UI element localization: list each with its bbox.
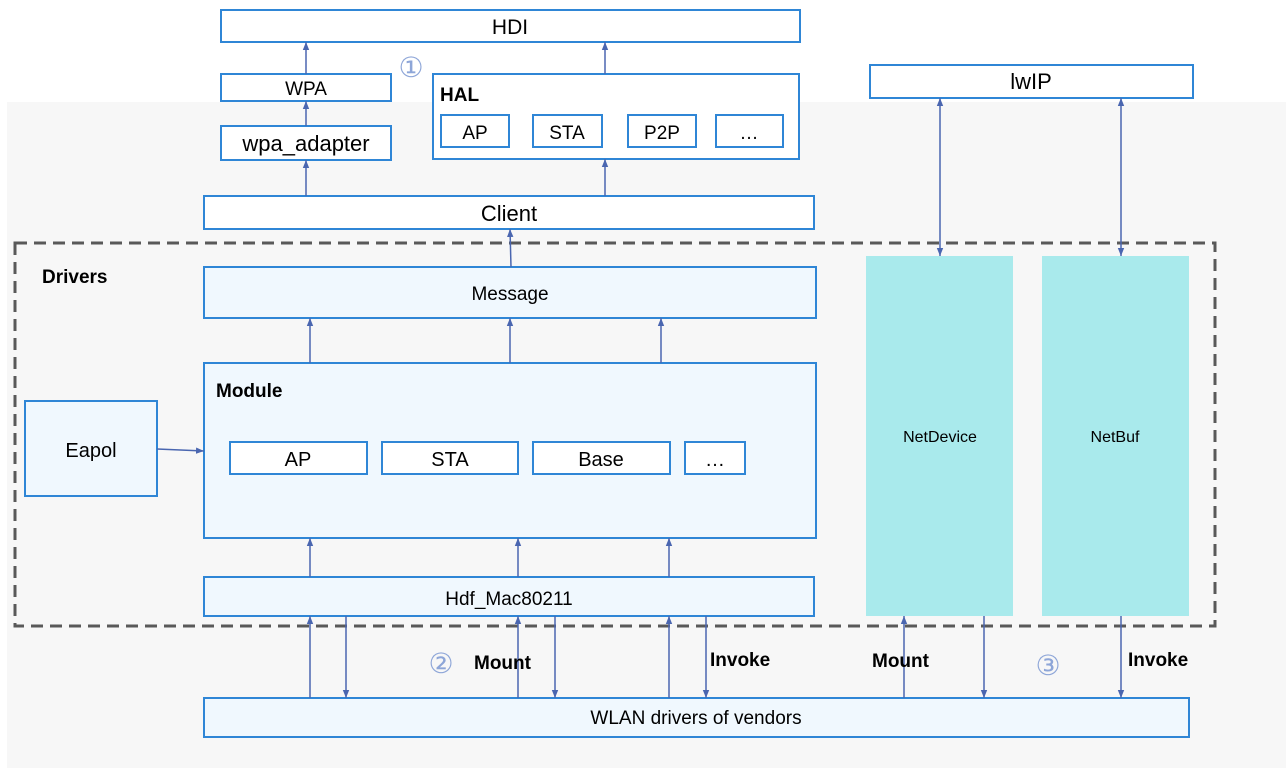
invoke-label-2: Invoke — [1128, 650, 1188, 671]
arrow — [507, 228, 514, 268]
marker-3: ③ — [1035, 650, 1060, 681]
module-ap-label: AP — [285, 449, 312, 471]
module-more-label: … — [705, 449, 725, 471]
hal-ap-label: AP — [462, 123, 487, 144]
mount-label-2: Mount — [872, 651, 930, 672]
hal-more-label: … — [740, 123, 759, 144]
marker-2: ② — [428, 648, 453, 679]
netbuf-label: NetBuf — [1091, 429, 1140, 446]
module-base-label: Base — [578, 449, 624, 471]
hdi-label: HDI — [492, 16, 528, 39]
hdf-mac80211-label: Hdf_Mac80211 — [445, 589, 572, 610]
hal-sta-label: STA — [549, 123, 585, 144]
module-sta-label: STA — [431, 449, 469, 471]
lwip-label: lwIP — [1010, 69, 1052, 94]
module-title: Module — [216, 381, 283, 402]
client-label: Client — [481, 201, 537, 226]
message-label: Message — [471, 284, 548, 305]
wpa-adapter-label: wpa_adapter — [241, 131, 369, 156]
wlan-architecture-diagram: Drivers HDI WPA wpa_adapter AP STA P2P …… — [0, 0, 1286, 770]
drivers-title: Drivers — [42, 267, 108, 288]
wpa-label: WPA — [285, 79, 327, 100]
hal-p2p-label: P2P — [644, 123, 680, 144]
marker-1: ① — [398, 52, 423, 83]
invoke-label-1: Invoke — [710, 650, 770, 671]
diagram-canvas: Drivers HDI WPA wpa_adapter AP STA P2P …… — [7, 9, 1286, 768]
mount-label-1: Mount — [474, 653, 532, 674]
wlan-vendor-drivers-label: WLAN drivers of vendors — [590, 708, 801, 729]
eapol-label: Eapol — [65, 440, 116, 462]
netdevice-label: NetDevice — [903, 429, 977, 446]
hal-title: HAL — [440, 85, 479, 106]
